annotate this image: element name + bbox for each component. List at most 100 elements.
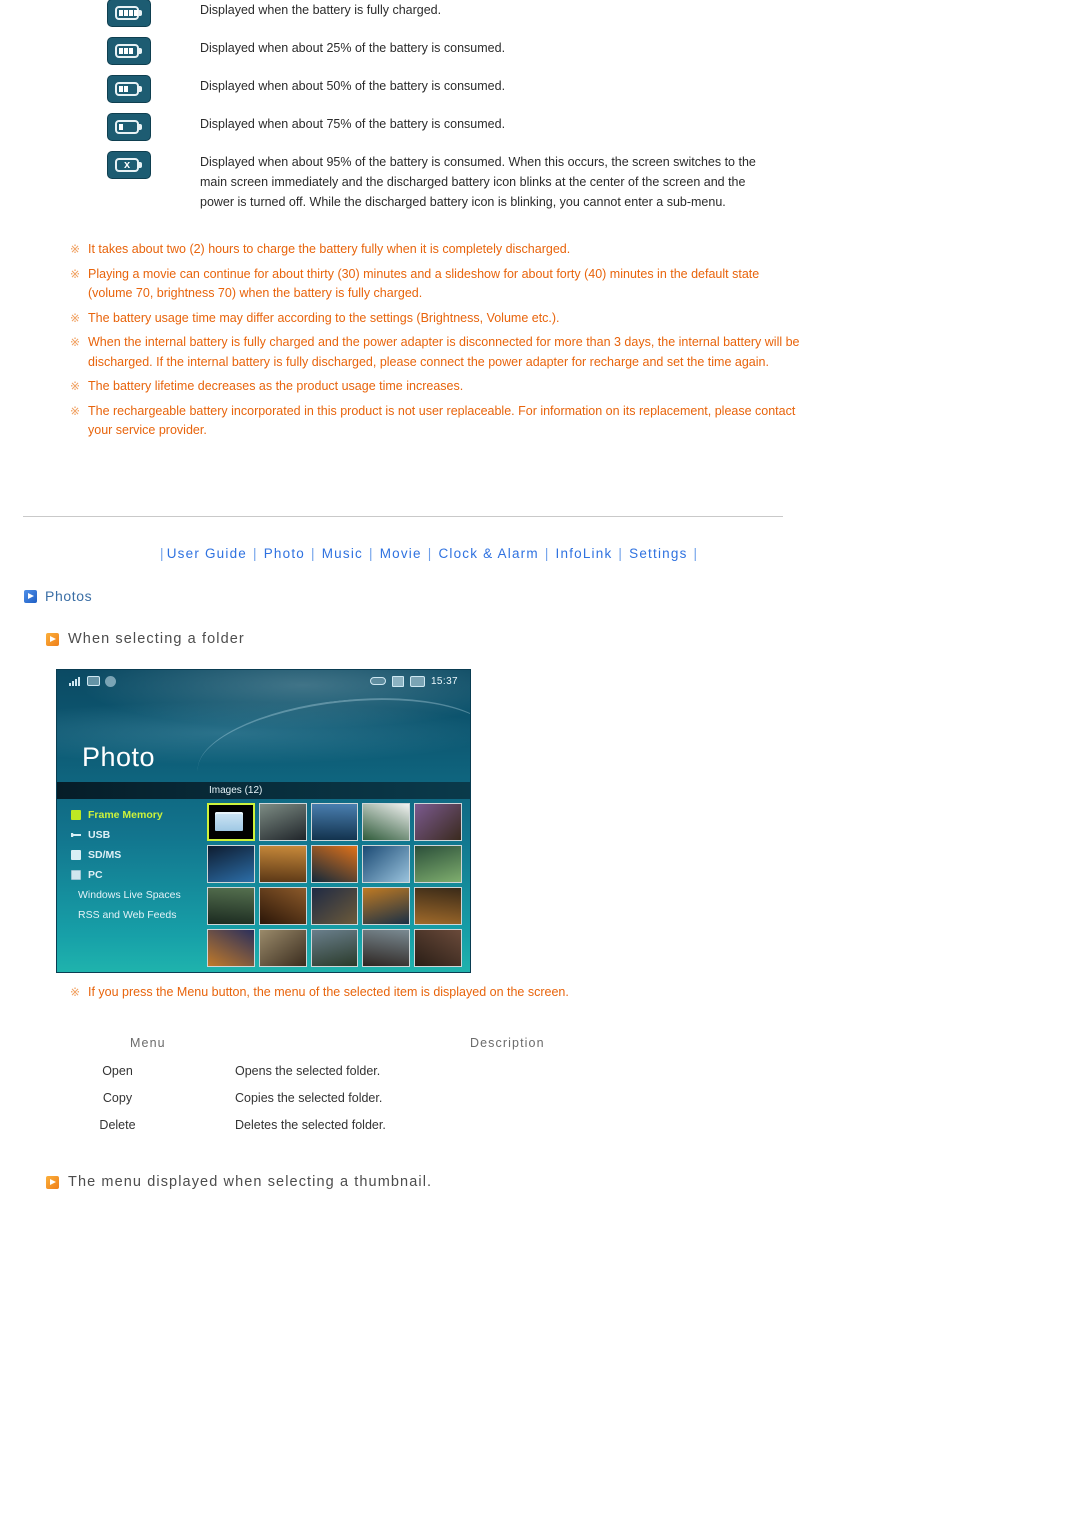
source-item-label: Frame Memory (88, 809, 163, 821)
table-row: Open Opens the selected folder. (0, 1057, 700, 1084)
thumbnail-item[interactable] (207, 929, 255, 967)
battery-icon-cell (0, 38, 200, 64)
thumbnail-item[interactable] (414, 803, 462, 841)
thumbnail-item[interactable] (414, 845, 462, 883)
battery-row: Displayed when about 50% of the battery … (0, 76, 1080, 114)
table-header-row: Menu Description (0, 1029, 700, 1057)
nav-separator: | (368, 546, 374, 561)
thumbnail-item[interactable] (362, 845, 411, 883)
images-count-label: Images (12) (209, 785, 263, 796)
note-item: ※ When the internal battery is fully char… (0, 333, 800, 372)
note-mark: ※ (70, 985, 81, 999)
guide-navigation-bar[interactable]: | User Guide | Photo | Music | Movie | Clock & Al… (160, 546, 704, 561)
source-item-frame-memory[interactable]: Frame Memory (71, 805, 205, 825)
source-item-windows-live-spaces[interactable]: Windows Live Spaces (71, 885, 205, 905)
battery-row: Displayed when the battery is fully char… (0, 0, 1080, 38)
menu-button-note-text: If you press the Menu button, the menu o… (88, 985, 569, 999)
thumbnail-item[interactable] (258, 887, 307, 925)
thumbnail-item[interactable] (258, 929, 307, 967)
battery-description: Displayed when the battery is fully char… (200, 3, 442, 17)
table-body: Open Opens the selected folder. Copy Copies… (0, 1057, 700, 1138)
note-item: ※ The battery usage time may differ accor… (0, 309, 800, 329)
note-mark: ※ (70, 379, 81, 393)
thumbnail-item[interactable] (310, 929, 359, 967)
source-item-label: RSS and Web Feeds (78, 909, 177, 921)
nav-link-settings[interactable]: Settings (629, 546, 687, 561)
battery-75-icon (108, 38, 150, 64)
thumbnail-item[interactable] (310, 887, 359, 925)
thumbnail-item[interactable] (310, 845, 359, 883)
thumbnail-item[interactable] (207, 887, 255, 925)
note-mark: ※ (70, 242, 81, 256)
green-square-icon (71, 810, 81, 820)
menu-cell: Open (102, 1063, 133, 1078)
nav-separator: | (253, 546, 258, 561)
battery-description: Displayed when about 25% of the battery … (200, 41, 506, 55)
thumbnail-item[interactable] (362, 803, 411, 841)
battery-empty-x-icon: x (108, 152, 150, 178)
subsection-label: When selecting a folder (68, 631, 245, 647)
nav-link-user-guide[interactable]: User Guide (167, 546, 247, 561)
device-content: Frame Memory USB SD/MS PC Windows Live Space… (57, 799, 470, 972)
subsection-label: The menu displayed when selecting a thum… (68, 1174, 433, 1190)
source-item-pc[interactable]: PC (71, 865, 205, 885)
nav-link-photo[interactable]: Photo (264, 546, 305, 561)
sd-card-icon (71, 850, 81, 860)
usb-icon (369, 677, 386, 685)
nav-separator: | (311, 546, 316, 561)
battery-50-icon (108, 76, 150, 102)
battery-25-icon (108, 114, 150, 140)
note-item: ※ The rechargeable battery incorporated i… (0, 402, 800, 441)
source-item-sd-ms[interactable]: SD/MS (71, 845, 205, 865)
note-item: ※ It takes about two (2) hours to charge … (0, 240, 800, 260)
battery-description: Displayed when about 75% of the battery … (200, 117, 506, 131)
thumbnail-item[interactable] (362, 887, 411, 925)
battery-icon-cell (0, 76, 200, 102)
orange-arrow-icon (46, 1175, 59, 1189)
sd-card-icon (409, 675, 425, 687)
page-title-label: Photos (45, 588, 93, 604)
thumbnail-item[interactable] (414, 887, 462, 925)
source-item-label: USB (88, 829, 111, 841)
battery-rows: Displayed when the battery is fully char… (0, 0, 1080, 212)
source-item-usb[interactable]: USB (71, 825, 205, 845)
thumbnail-item[interactable] (258, 803, 307, 841)
nav-link-infolink[interactable]: InfoLink (556, 546, 613, 561)
battery-icon-cell: x (0, 152, 200, 178)
pc-icon (71, 870, 81, 880)
thumbnail-grid[interactable] (205, 799, 470, 972)
battery-notes-list: ※ It takes about two (2) hours to charge … (0, 240, 800, 446)
nav-link-music[interactable]: Music (322, 546, 363, 561)
note-text: The battery usage time may differ accord… (88, 310, 560, 325)
note-text: The rechargeable battery incorporated in… (88, 403, 796, 438)
nav-link-clock-alarm[interactable]: Clock & Alarm (438, 546, 538, 561)
thumbnail-item[interactable] (310, 803, 359, 841)
description-cell: Opens the selected folder. (235, 1063, 381, 1078)
screen-icon (87, 676, 100, 686)
note-mark: ※ (70, 335, 81, 349)
nav-separator: | (693, 546, 699, 561)
device-status-bar: 15:37 (57, 670, 470, 692)
thumbnail-item[interactable] (258, 845, 307, 883)
subsection-menu-when-selecting-thumbnail: The menu displayed when selecting a thum… (46, 1174, 432, 1190)
device-source-sidebar[interactable]: Frame Memory USB SD/MS PC Windows Live Space… (57, 799, 205, 972)
device-screen-title: Photo (82, 742, 156, 772)
thumbnail-item[interactable] (414, 929, 462, 967)
thumbnail-item[interactable] (207, 845, 255, 883)
section-divider (23, 516, 783, 517)
sound-icon (105, 675, 116, 687)
source-item-rss-and-web-feeds[interactable]: RSS and Web Feeds (71, 905, 205, 925)
table-row: Copy Copies the selected folder. (0, 1084, 700, 1111)
note-item: ※ Playing a movie can continue for about … (0, 265, 800, 304)
blue-arrow-icon (24, 589, 37, 603)
nav-link-movie[interactable]: Movie (380, 546, 422, 561)
thumbnail-folder[interactable] (207, 803, 255, 841)
page-title: Photos (24, 588, 92, 604)
battery-description: Displayed when about 95% of the battery … (200, 155, 756, 209)
menu-description-table: Menu Description Open Opens the selected … (0, 1029, 700, 1138)
note-mark: ※ (70, 310, 81, 325)
thumbnail-item[interactable] (362, 929, 411, 967)
source-item-label: PC (88, 869, 103, 881)
orange-arrow-icon (46, 632, 59, 646)
nav-separator: | (427, 546, 433, 561)
